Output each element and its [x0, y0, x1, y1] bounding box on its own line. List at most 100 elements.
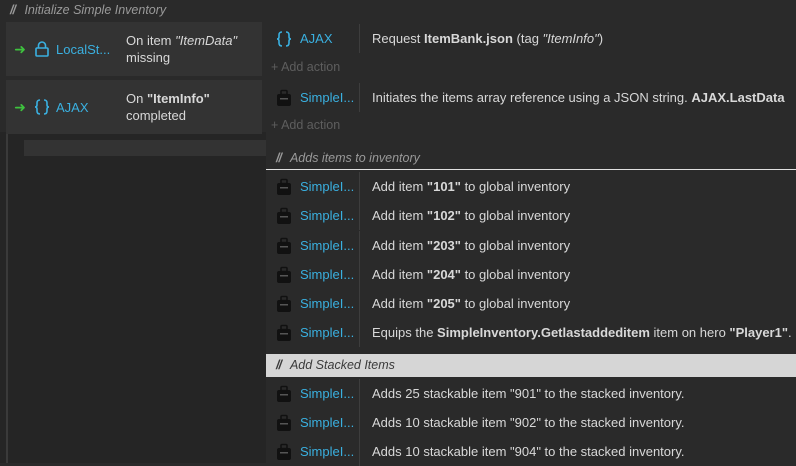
sub-event-gutter: [0, 132, 266, 463]
selection-divider: [266, 169, 796, 170]
action-add-stacked-904[interactable]: SimpleI... Adds 10 stackable item "904" …: [266, 437, 796, 466]
action-suffix: to global inventory: [460, 208, 571, 223]
column-separator: [359, 260, 360, 289]
action-mid: (tag: [512, 31, 543, 46]
action-add-item-102[interactable]: SimpleI... Add item "102" to global inve…: [266, 201, 796, 230]
action-equip-item[interactable]: SimpleI... Equips the SimpleInventory.Ge…: [266, 318, 796, 347]
action-object-name: SimpleI...: [300, 444, 355, 459]
action-file: ItemBank.json: [424, 31, 513, 46]
item-id: "204": [426, 267, 461, 282]
backpack-icon: [271, 443, 297, 461]
condition-object-name: AJAX: [56, 99, 89, 115]
column-separator: [359, 318, 360, 347]
item-id: "203": [426, 238, 461, 253]
action-text: Initiates the items array reference usin…: [372, 90, 785, 105]
action-text: Add item "101" to global inventory: [372, 179, 570, 194]
nesting-line: [6, 132, 8, 463]
column-separator: [359, 201, 360, 230]
column-separator: [359, 231, 360, 260]
event-2-conditions[interactable]: ➜ AJAX On "ItemInfo" completed: [6, 80, 262, 134]
backpack-icon: [271, 207, 297, 225]
action-expression: SimpleInventory.Getlastaddeditem: [437, 325, 650, 340]
action-prefix: Add item: [372, 238, 427, 253]
action-text: Adds 10 stackable item "904" to the stac…: [372, 444, 685, 459]
comment-text: Adds items to inventory: [289, 151, 420, 165]
comment-add-stacked-items[interactable]: // Add Stacked Items: [266, 354, 796, 377]
action-text: Equips the SimpleInventory.Getlastaddedi…: [372, 325, 792, 340]
action-add-item-101[interactable]: SimpleI... Add item "101" to global inve…: [266, 172, 796, 201]
column-separator: [359, 408, 360, 437]
add-action-button[interactable]: + Add action: [271, 57, 340, 77]
ajax-icon: [34, 99, 50, 115]
backpack-icon: [271, 385, 297, 403]
comment-text: Add Stacked Items: [289, 358, 395, 372]
action-object-name: SimpleI...: [300, 267, 355, 282]
comment-text: Initialize Simple Inventory: [24, 3, 167, 17]
action-add-stacked-901[interactable]: SimpleI... Adds 25 stackable item "901" …: [266, 379, 796, 408]
action-prefix: Add item: [372, 296, 427, 311]
action-add-item-203[interactable]: SimpleI... Add item "203" to global inve…: [266, 231, 796, 260]
item-id: "205": [426, 296, 461, 311]
event-1-conditions[interactable]: ➜ LocalSt... On item "ItemData" missing: [6, 22, 262, 76]
column-separator: [359, 437, 360, 466]
trigger-arrow-icon: ➜: [14, 98, 26, 115]
column-separator: [359, 83, 360, 112]
action-prefix: Add item: [372, 179, 427, 194]
action-expression: AJAX.LastData: [691, 90, 785, 105]
action-text-plain: Initiates the items array reference usin…: [372, 90, 692, 105]
action-ajax-request[interactable]: AJAX Request ItemBank.json (tag "ItemInf…: [266, 24, 796, 53]
action-add-stacked-902[interactable]: SimpleI... Adds 10 stackable item "902" …: [266, 408, 796, 437]
condition-object-ajax[interactable]: AJAX: [34, 98, 126, 116]
action-object-name: SimpleI...: [300, 296, 355, 311]
condition-tag: "ItemData": [175, 33, 238, 48]
action-suffix: to global inventory: [460, 179, 571, 194]
action-suffix: ): [598, 31, 604, 46]
hero-name: "Player1": [729, 325, 789, 340]
action-text: Request ItemBank.json (tag "ItemInfo"): [372, 31, 603, 46]
column-separator: [359, 379, 360, 408]
condition-prefix: On: [126, 91, 147, 106]
action-object-name: SimpleI...: [300, 238, 355, 253]
column-separator: [359, 289, 360, 318]
condition-prefix: On item: [126, 33, 176, 48]
action-init-items-array[interactable]: SimpleI... Initiates the items array ref…: [266, 83, 796, 112]
backpack-icon: [271, 89, 297, 107]
ajax-icon: [271, 30, 297, 48]
condition-text[interactable]: On item "ItemData" missing: [126, 32, 237, 66]
column-separator: [359, 172, 360, 201]
action-object-name: AJAX: [300, 31, 333, 46]
comment-slashes: //: [276, 151, 282, 165]
condition-object-localstorage[interactable]: LocalSt...: [34, 41, 126, 57]
action-object-name: SimpleI...: [300, 415, 355, 430]
action-suffix: to global inventory: [460, 267, 571, 282]
lock-icon: [35, 41, 49, 57]
backpack-icon: [271, 295, 297, 313]
action-object-name: SimpleI...: [300, 179, 355, 194]
condition-text[interactable]: On "ItemInfo" completed: [126, 90, 210, 124]
action-suffix: to global inventory: [460, 296, 571, 311]
column-separator: [359, 24, 360, 53]
condition-suffix: missing: [126, 50, 171, 65]
action-mid: item on hero: [649, 325, 730, 340]
backpack-icon: [271, 266, 297, 284]
comment-adds-items[interactable]: // Adds items to inventory: [266, 148, 796, 168]
backpack-icon: [271, 414, 297, 432]
action-add-item-204[interactable]: SimpleI... Add item "204" to global inve…: [266, 260, 796, 289]
action-prefix: Equips the: [372, 325, 438, 340]
sub-event-condition-area[interactable]: [24, 140, 266, 156]
action-object-name: SimpleI...: [300, 208, 355, 223]
comment-initialize[interactable]: // Initialize Simple Inventory: [0, 0, 796, 20]
action-tag: "ItemInfo": [542, 31, 599, 46]
action-object-name: SimpleI...: [300, 90, 355, 105]
action-prefix: Add item: [372, 267, 427, 282]
action-text: Adds 10 stackable item "902" to the stac…: [372, 415, 685, 430]
backpack-icon: [271, 324, 297, 342]
action-add-item-205[interactable]: SimpleI... Add item "205" to global inve…: [266, 289, 796, 318]
backpack-icon: [271, 237, 297, 255]
item-id: "102": [426, 208, 461, 223]
action-prefix: Add item: [372, 208, 427, 223]
comment-slashes: //: [276, 358, 282, 372]
add-action-button[interactable]: + Add action: [271, 115, 340, 135]
backpack-icon: [271, 178, 297, 196]
action-text: Add item "203" to global inventory: [372, 238, 570, 253]
